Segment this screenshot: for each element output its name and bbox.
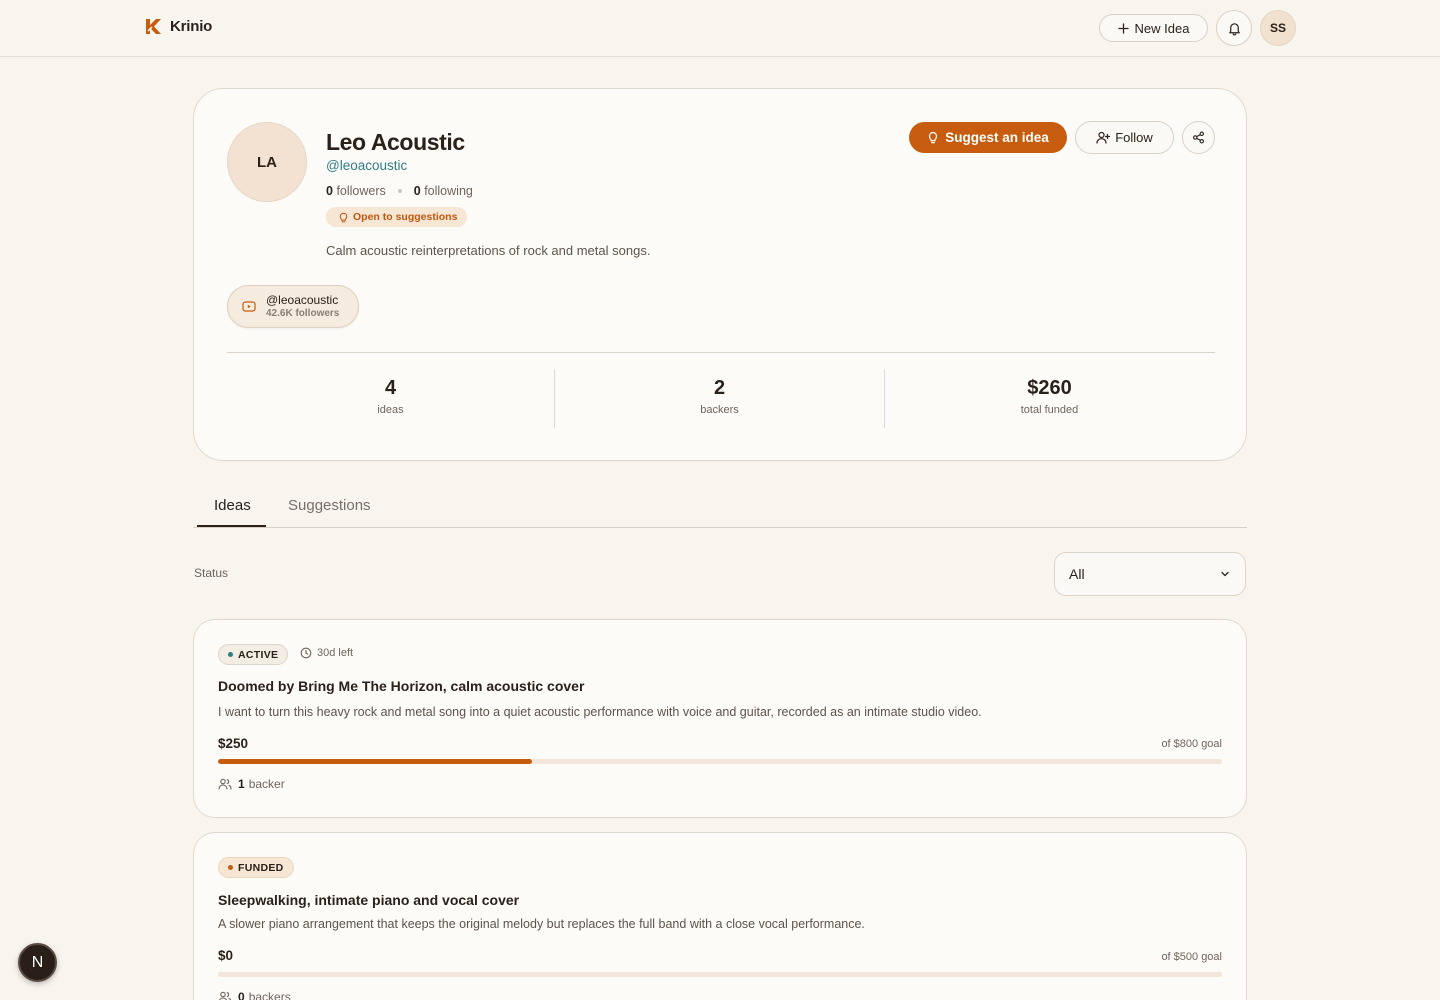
follow-stats: 0 followers 0 following (326, 184, 473, 198)
top-bar: Krinio New Idea SS (0, 0, 1440, 57)
bell-icon (1228, 22, 1240, 36)
stat-funded-value: $260 (1027, 377, 1072, 399)
profile-bio: Calm acoustic reinterpretations of rock … (326, 243, 651, 258)
brand-logo-link[interactable]: Krinio (145, 18, 212, 35)
profile-initials: LA (257, 153, 277, 171)
stat-backers: 2 backers (555, 369, 884, 427)
following-count: 0 (413, 184, 421, 198)
follow-button[interactable]: Follow (1075, 121, 1174, 154)
notifications-button[interactable] (1216, 10, 1252, 46)
idea-description: I want to turn this heavy rock and metal… (218, 705, 982, 719)
open-to-suggestions-badge: Open to suggestions (326, 207, 468, 227)
stat-funded-label: total funded (1020, 404, 1079, 416)
profile-avatar: LA (227, 122, 307, 202)
suggest-idea-label: Suggest an idea (945, 130, 1049, 145)
idea-backers: 1 backer (218, 777, 285, 791)
status-badge: FUNDED (218, 857, 294, 878)
active-tab-indicator (197, 525, 266, 527)
time-left: 30d left (300, 647, 353, 659)
youtube-icon (242, 301, 256, 312)
following-link[interactable]: 0 following (414, 184, 473, 198)
share-button[interactable] (1182, 121, 1215, 154)
users-icon (218, 778, 232, 790)
followers-label: followers (336, 184, 386, 198)
new-idea-label: New Idea (1134, 20, 1190, 36)
share-icon (1193, 131, 1204, 144)
idea-backers: 0 backers (218, 990, 291, 1000)
stat-ideas: 4 ideas (226, 369, 555, 427)
profile-card: LA Leo Acoustic @leoacoustic 0 followers… (193, 88, 1247, 461)
stat-ideas-value: 4 (384, 377, 397, 399)
backers-count: 0 (238, 990, 245, 1000)
status-filter-label: Status (194, 566, 229, 580)
idea-title[interactable]: Doomed by Bring Me The Horizon, calm aco… (218, 678, 584, 694)
status-dot (228, 865, 233, 870)
followers-link[interactable]: 0 followers (326, 184, 386, 198)
brand-name: Krinio (170, 18, 213, 35)
user-avatar-button[interactable]: SS (1260, 10, 1296, 46)
tab-ideas[interactable]: Ideas (214, 497, 251, 514)
status-dot (228, 652, 233, 657)
backers-label: backers (248, 990, 291, 1000)
idea-card[interactable]: FUNDED Sleepwalking, intimate piano and … (193, 832, 1247, 1000)
status-filter-value: All (1069, 566, 1085, 582)
social-followers: 42.6K followers (266, 307, 340, 319)
idea-raised: $250 (218, 736, 249, 751)
new-idea-button[interactable]: New Idea (1099, 14, 1208, 42)
idea-goal: of $500 goal (1161, 951, 1222, 963)
idea-raised: $0 (218, 948, 234, 963)
users-icon (218, 991, 232, 1000)
suggest-idea-button[interactable]: Suggest an idea (909, 122, 1067, 153)
funding-progress-fill (218, 759, 532, 764)
lightbulb-icon (929, 131, 938, 144)
backers-label: backer (248, 777, 285, 791)
backers-count: 1 (238, 777, 245, 791)
stat-total-funded: $260 total funded (885, 369, 1214, 427)
tab-suggestions[interactable]: Suggestions (288, 497, 371, 514)
status-badge-label: ACTIVE (238, 648, 279, 661)
krinio-logo-icon (146, 19, 161, 34)
social-link-youtube[interactable]: @leoacoustic 42.6K followers (227, 285, 359, 328)
following-label: following (424, 184, 473, 198)
stat-backers-value: 2 (713, 377, 726, 399)
idea-goal: of $800 goal (1161, 738, 1222, 750)
open-badge-label: Open to suggestions (353, 211, 458, 223)
chevron-down-icon (1219, 568, 1231, 580)
followers-count: 0 (326, 184, 333, 198)
separator-dot (397, 189, 402, 193)
dev-tools-button[interactable]: N (18, 943, 57, 982)
stat-ideas-label: ideas (377, 404, 404, 416)
follow-label: Follow (1115, 130, 1153, 145)
time-left-label: 30d left (317, 647, 354, 659)
user-plus-icon (1096, 131, 1111, 144)
profile-tabs: Ideas Suggestions (193, 489, 1247, 528)
social-handle: @leoacoustic (266, 292, 339, 307)
profile-name: Leo Acoustic (326, 129, 465, 155)
plus-icon (1117, 22, 1129, 34)
idea-card[interactable]: ACTIVE 30d left Doomed by Bring Me The H… (193, 619, 1247, 818)
funding-progress-bar (218, 759, 1222, 764)
stat-backers-label: backers (700, 404, 739, 416)
funding-progress-bar (218, 972, 1222, 977)
profile-handle: @leoacoustic (326, 158, 408, 173)
status-filter-select[interactable]: All (1054, 552, 1246, 596)
profile-divider (227, 352, 1215, 353)
status-badge-label: FUNDED (238, 861, 284, 874)
lightbulb-icon (339, 212, 348, 222)
clock-icon (300, 647, 312, 659)
idea-title[interactable]: Sleepwalking, intimate piano and vocal c… (218, 892, 519, 908)
idea-description: A slower piano arrangement that keeps th… (218, 917, 865, 931)
status-badge: ACTIVE (218, 644, 289, 665)
user-initials: SS (1269, 21, 1286, 35)
dev-badge-label: N (31, 953, 44, 971)
